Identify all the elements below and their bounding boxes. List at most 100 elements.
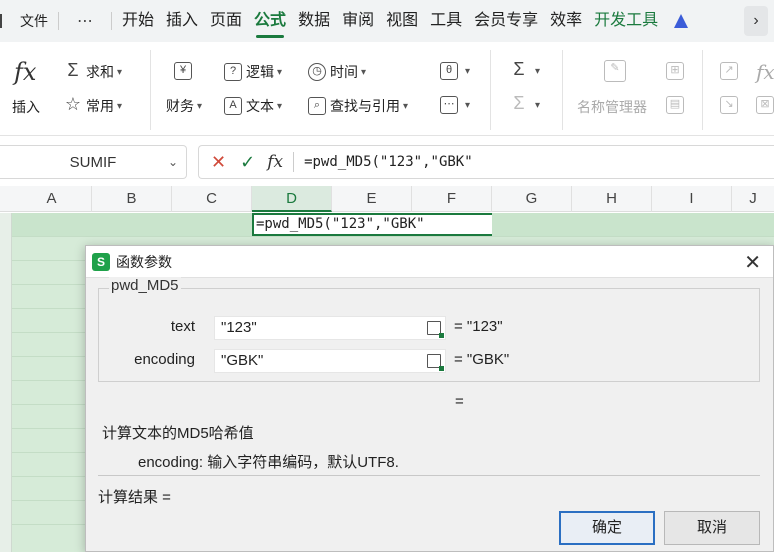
- formula-text[interactable]: =pwd_MD5("123","GBK": [304, 154, 473, 170]
- formula-divider: [293, 152, 295, 172]
- tab-data[interactable]: 数据: [292, 0, 336, 42]
- menu-bar: 文件 ⋯ 开始 插入 页面 公式 数据 审阅 视图 工具 会员专享 效率 开发工…: [0, 0, 774, 42]
- column-header-d[interactable]: D: [252, 186, 332, 212]
- paste-name-button[interactable]: ▤: [666, 96, 688, 114]
- scroll-right-button[interactable]: ›: [744, 6, 768, 36]
- lookup-label: 查找与引用: [330, 98, 400, 114]
- menu-icon: [0, 14, 10, 28]
- insert-function-label: 插入: [12, 99, 40, 115]
- more-functions-button[interactable]: ⋯ ▾: [440, 96, 470, 114]
- text-button[interactable]: A 文本 ▾: [224, 96, 282, 116]
- common-functions-button[interactable]: ☆ 常用 ▾: [64, 95, 123, 116]
- file-menu[interactable]: 文件: [0, 0, 54, 42]
- column-header-b[interactable]: B: [92, 186, 172, 212]
- tab-view[interactable]: 视图: [380, 0, 424, 42]
- dialog-title-bar[interactable]: S 函数参数 ✕: [86, 246, 773, 278]
- ribbon-separator: [150, 50, 151, 130]
- close-icon[interactable]: ✕: [744, 250, 761, 275]
- column-header-j[interactable]: J: [732, 186, 774, 212]
- trace-precedents-icon: ↗: [720, 62, 738, 80]
- arg-result-encoding: = "GBK": [454, 351, 510, 368]
- arg-input-text[interactable]: "123": [214, 316, 446, 340]
- tab-tools[interactable]: 工具: [424, 0, 468, 42]
- chevron-down-icon: ▾: [117, 100, 123, 112]
- common-functions-label: 常用: [86, 98, 114, 114]
- tab-page[interactable]: 页面: [204, 0, 248, 42]
- more-icon[interactable]: ⋯: [63, 11, 107, 31]
- chevron-down-icon[interactable]: ⌄: [168, 155, 178, 169]
- chevron-down-icon: ▾: [361, 66, 367, 78]
- file-menu-label: 文件: [20, 13, 48, 29]
- tab-member[interactable]: 会员专享: [468, 0, 544, 42]
- text-label: 文本: [246, 98, 274, 114]
- column-header-f[interactable]: F: [412, 186, 492, 212]
- ribbon-separator: [562, 50, 563, 130]
- table-icon: ⊞: [666, 62, 684, 80]
- logical-icon: ?: [224, 63, 242, 81]
- app-logo-icon: S: [92, 252, 110, 271]
- error-check-button[interactable]: ⊠: [756, 96, 774, 114]
- tab-review[interactable]: 审阅: [336, 0, 380, 42]
- math-button[interactable]: θ ▾: [440, 62, 470, 80]
- trace-dependents-button[interactable]: ↘: [720, 96, 742, 114]
- range-select-icon[interactable]: [427, 321, 444, 338]
- sigma-star-icon: Σ: [513, 59, 525, 79]
- define-name-button[interactable]: ⊞: [666, 62, 688, 80]
- logical-button[interactable]: ? 逻辑 ▾: [224, 62, 282, 82]
- ribbon-separator: [702, 50, 703, 130]
- row-divider: [12, 236, 774, 237]
- cancel-button[interactable]: 取消: [664, 511, 760, 545]
- chevron-down-icon: ▾: [277, 66, 283, 78]
- name-manager-icon: ✎: [604, 60, 626, 82]
- tab-developer[interactable]: 开发工具: [588, 0, 664, 42]
- insert-function-icon[interactable]: fx: [267, 152, 283, 172]
- ok-button[interactable]: 确定: [559, 511, 655, 545]
- financial-icon-button[interactable]: ¥: [174, 62, 196, 80]
- formula-bar: SUMIF ⌄ ✕ ✓ fx =pwd_MD5("123","GBK": [0, 143, 774, 181]
- error-check-icon: ⊠: [756, 96, 774, 114]
- cancel-icon[interactable]: ✕: [211, 152, 226, 173]
- active-cell-editor[interactable]: =pwd_MD5("123","GBK": [252, 213, 492, 236]
- arg-input-encoding[interactable]: "GBK": [214, 349, 446, 373]
- financial-button[interactable]: 财务 ▾: [166, 96, 202, 116]
- menu-separator: [58, 12, 59, 30]
- tab-insert[interactable]: 插入: [160, 0, 204, 42]
- tab-formulas[interactable]: 公式: [248, 0, 292, 42]
- datetime-button[interactable]: ◷ 时间 ▾: [308, 62, 366, 82]
- column-header-g[interactable]: G: [492, 186, 572, 212]
- column-header-h[interactable]: H: [572, 186, 652, 212]
- column-header-a[interactable]: A: [12, 186, 92, 212]
- insert-function-button[interactable]: 插入: [12, 97, 40, 117]
- arg-result-text: = "123": [454, 318, 503, 335]
- sigma-star-button[interactable]: Σ ▾: [510, 59, 540, 80]
- tab-efficiency[interactable]: 效率: [544, 0, 588, 42]
- sigma-x-button[interactable]: Σ ▾: [510, 94, 540, 114]
- show-formulas-icon[interactable]: fx: [756, 60, 774, 84]
- row-headers: [0, 213, 12, 552]
- column-header-c[interactable]: C: [172, 186, 252, 212]
- name-manager-icon-button[interactable]: ✎: [604, 60, 630, 82]
- arg-input-encoding-value: "GBK": [221, 352, 264, 369]
- lookup-button[interactable]: ⌕ 查找与引用 ▾: [308, 96, 408, 116]
- chevron-down-icon: ▾: [277, 100, 283, 112]
- confirm-icon[interactable]: ✓: [240, 152, 255, 173]
- insert-function-icon[interactable]: fx: [14, 58, 36, 86]
- range-select-icon[interactable]: [427, 354, 444, 371]
- arguments-group: pwd_MD5 text "123" = "123" encoding "GBK…: [98, 277, 760, 382]
- name-box[interactable]: SUMIF ⌄: [0, 145, 187, 179]
- lookup-icon: ⌕: [308, 97, 326, 115]
- autosum-button[interactable]: Σ 求和 ▾: [64, 61, 122, 82]
- ai-icon[interactable]: [674, 14, 689, 28]
- clipboard-icon: ▤: [666, 96, 684, 114]
- formula-input-area[interactable]: ✕ ✓ fx =pwd_MD5("123","GBK": [198, 145, 774, 179]
- datetime-label: 时间: [330, 64, 358, 80]
- trace-dependents-icon: ↘: [720, 96, 738, 114]
- parameter-description: encoding: 输入字符串编码，默认UTF8.: [138, 454, 399, 471]
- column-header-i[interactable]: I: [652, 186, 732, 212]
- name-manager-button[interactable]: 名称管理器: [577, 97, 647, 117]
- column-header-e[interactable]: E: [332, 186, 412, 212]
- trace-precedents-button[interactable]: ↗: [720, 62, 742, 80]
- function-name: pwd_MD5: [109, 277, 181, 294]
- tab-home[interactable]: 开始: [116, 0, 160, 42]
- yen-icon: ¥: [174, 62, 192, 80]
